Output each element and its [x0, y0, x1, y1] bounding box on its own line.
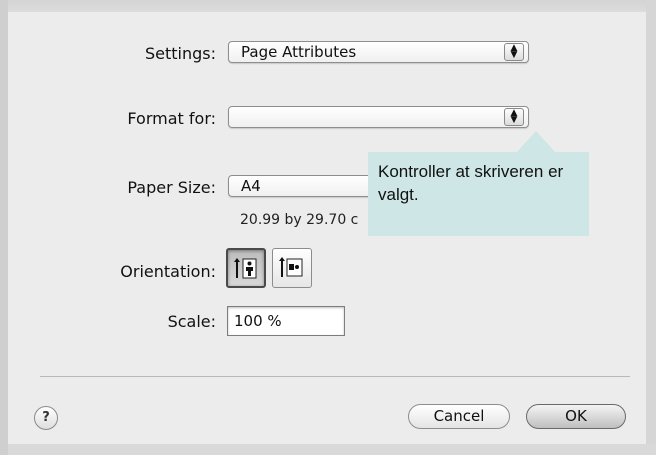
callout-pointer [516, 131, 556, 153]
dialog-edge-bottom [0, 444, 656, 455]
dialog-edge-right [646, 0, 656, 455]
callout-note: Kontroller at skriveren er valgt. [368, 152, 589, 236]
paper-size-value: A4 [241, 177, 261, 195]
format-for-popup[interactable]: ▲ ▼ [228, 106, 529, 128]
landscape-orientation-icon [279, 257, 303, 277]
up-down-arrows-icon: ▲▼ [504, 108, 524, 126]
settings-value: Page Attributes [241, 43, 357, 61]
up-down-arrows-icon: ▲▼ [504, 43, 524, 61]
ok-button[interactable]: OK [526, 404, 626, 429]
settings-label: Settings: [144, 44, 216, 63]
help-button[interactable]: ? [34, 406, 58, 430]
portrait-orientation-button[interactable] [226, 248, 266, 288]
landscape-orientation-button[interactable] [272, 248, 312, 288]
orientation-label: Orientation: [120, 262, 216, 281]
page-setup-dialog: Settings: Page Attributes ▲ ▼ Format for:… [0, 0, 656, 455]
format-for-label: Format for: [127, 109, 216, 128]
portrait-orientation-icon [234, 258, 257, 279]
divider [40, 376, 630, 377]
paper-size-dimensions: 20.99 by 29.70 c [240, 212, 359, 228]
paper-size-label: Paper Size: [127, 178, 216, 197]
settings-popup[interactable]: Page Attributes ▲ ▼ [228, 41, 529, 63]
scale-label: Scale: [167, 312, 216, 331]
cancel-button[interactable]: Cancel [408, 404, 510, 429]
scale-input[interactable]: 100 % [227, 306, 345, 336]
help-icon: ? [42, 410, 50, 425]
